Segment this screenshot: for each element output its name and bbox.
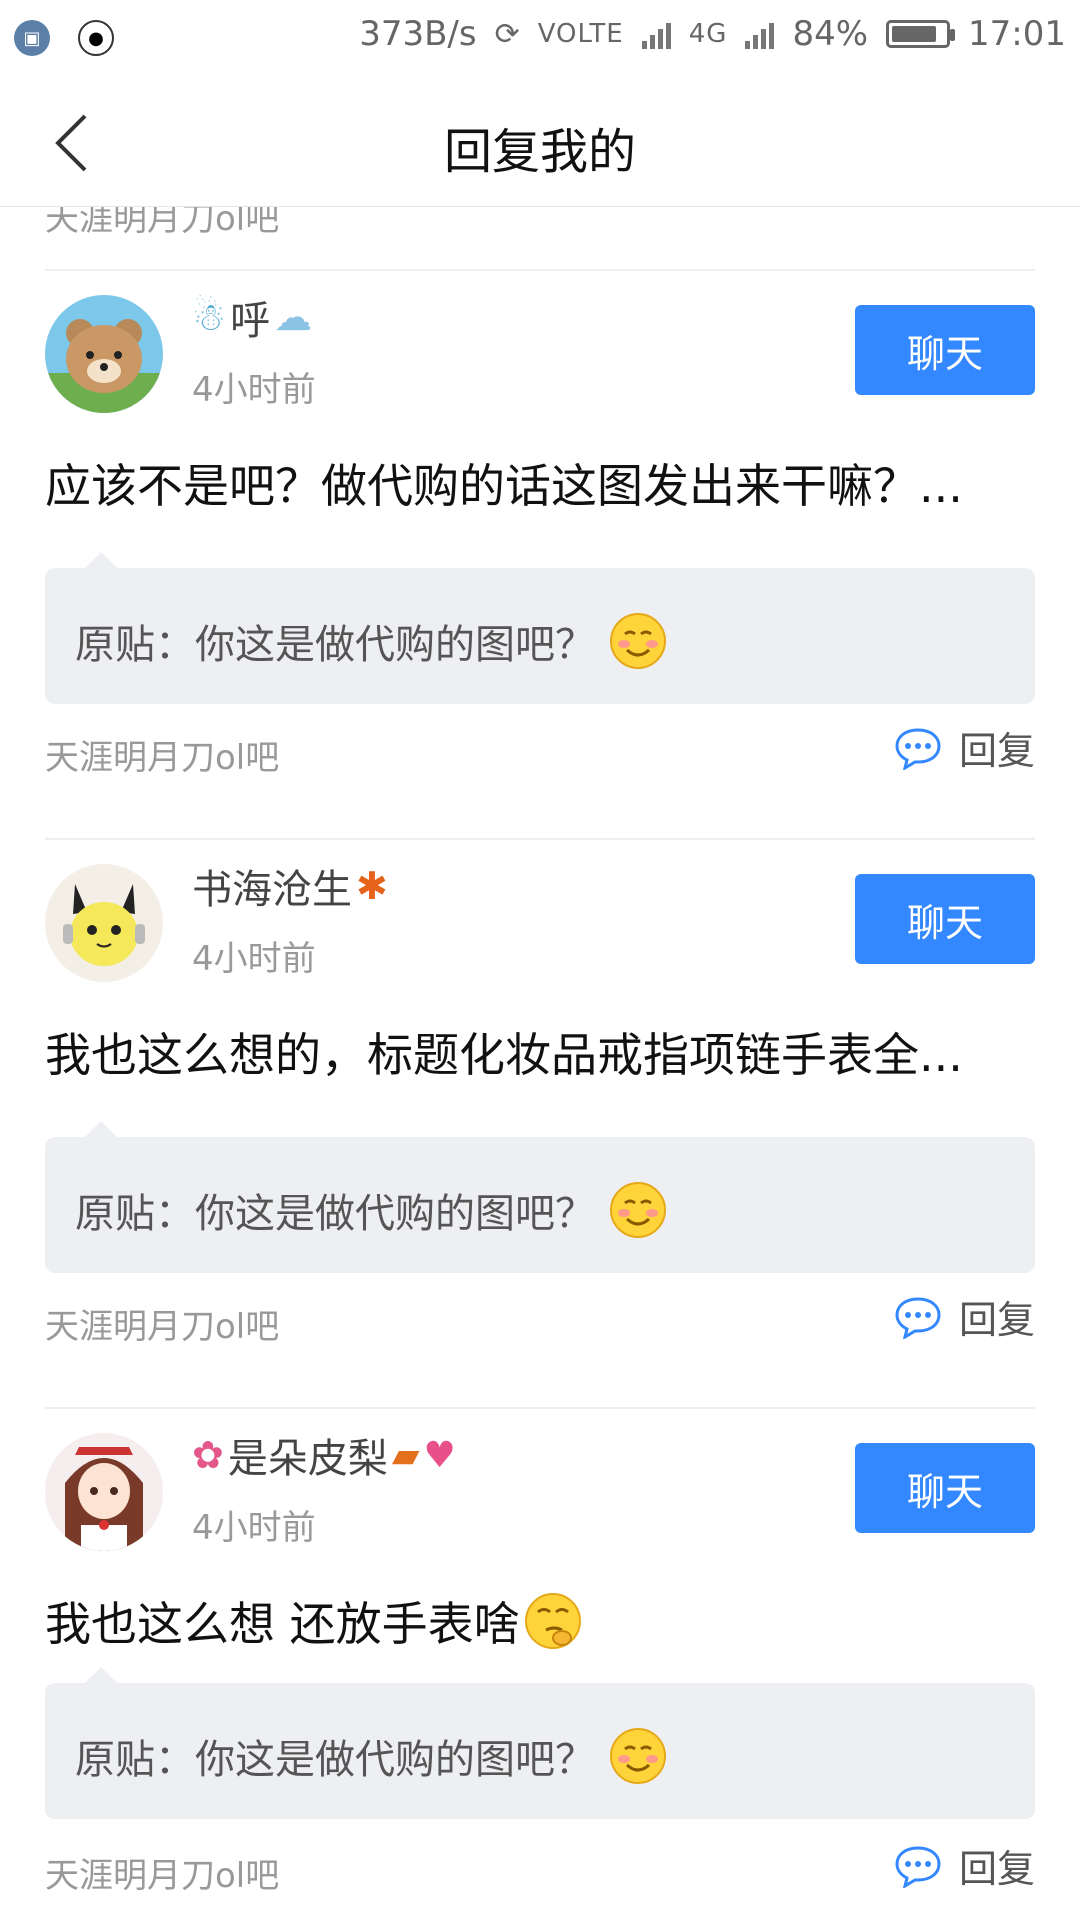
comment-icon	[895, 727, 941, 770]
smile-emoji-icon	[610, 613, 666, 669]
timestamp: 4小时前	[192, 939, 316, 979]
quote-body: 你这是做代购的图吧？	[195, 622, 595, 668]
reply-button[interactable]: 回复	[893, 720, 1035, 775]
signal-3g-icon	[641, 19, 671, 49]
original-post-quote[interactable]: 原贴：你这是做代购的图吧？	[45, 552, 1035, 704]
forum-link[interactable]: 天涯明月刀ol吧	[45, 207, 279, 240]
reply-button[interactable]: 回复	[893, 1838, 1035, 1893]
status-bar-notifications: ▣ ●	[14, 20, 114, 56]
quote-prefix: 原贴：	[75, 622, 195, 668]
thinking-emoji-icon	[524, 1593, 581, 1649]
reply-list[interactable]: 天涯明月刀ol吧 ☃ 呼 ☁ 4小时前 聊天 应该不是吧？做代购的话这图发出来干…	[0, 207, 1080, 1920]
username[interactable]: ☃ 呼 ☁	[192, 288, 312, 346]
quote-text: 原贴：你这是做代购的图吧？	[75, 1181, 667, 1239]
forum-link[interactable]: 天涯明月刀ol吧	[45, 730, 279, 779]
reply-content-text: 我也这么想 还放手表啥	[45, 1597, 520, 1651]
reply-content[interactable]: 应该不是吧？做代购的话这图发出来干嘛？...	[45, 450, 963, 516]
avatar[interactable]	[45, 295, 163, 413]
quote-body: 你这是做代购的图吧？	[195, 1737, 595, 1783]
original-post-quote[interactable]: 原贴：你这是做代购的图吧？	[45, 1121, 1035, 1273]
forum-link[interactable]: 天涯明月刀ol吧	[45, 1299, 279, 1348]
quote-prefix: 原贴：	[75, 1191, 195, 1237]
wind-icon: ☁	[274, 295, 313, 339]
original-post-quote[interactable]: 原贴：你这是做代购的图吧？	[45, 1667, 1035, 1819]
status-bar: ▣ ● 373B/s ⟳ VOLTE 4G 84% 17:01	[0, 0, 1080, 80]
maple-leaf-icon: ✱	[356, 864, 388, 908]
snowman-icon: ☃	[192, 295, 227, 339]
reply-label: 回复	[958, 1847, 1035, 1891]
avatar[interactable]	[45, 864, 163, 982]
rotate-icon: ⟳	[494, 16, 520, 52]
list-item: ✿ 是朵皮梨 ▰ ♥ 4小时前 聊天 我也这么想 还放手表啥 原贴：你这是做代购…	[0, 1408, 1080, 1920]
network-4g-label: 4G	[688, 19, 728, 49]
username-text: 是朵皮梨	[227, 1436, 388, 1482]
username[interactable]: ✿ 是朵皮梨 ▰ ♥	[192, 1426, 456, 1484]
smile-emoji-icon	[610, 1728, 666, 1784]
qq-notification-icon: ●	[78, 20, 114, 56]
reply-content[interactable]: 我也这么想 还放手表啥	[45, 1588, 582, 1654]
comment-icon	[895, 1845, 941, 1888]
quote-text: 原贴：你这是做代购的图吧？	[75, 1727, 667, 1785]
chat-button[interactable]: 聊天	[855, 305, 1035, 395]
app-header: 回复我的	[0, 80, 1080, 207]
quote-text: 原贴：你这是做代购的图吧？	[75, 612, 667, 670]
quote-prefix: 原贴：	[75, 1737, 195, 1783]
forum-link[interactable]: 天涯明月刀ol吧	[45, 1848, 279, 1897]
reply-label: 回复	[958, 1298, 1035, 1342]
list-item: ☃ 呼 ☁ 4小时前 聊天 应该不是吧？做代购的话这图发出来干嘛？... 原贴：…	[0, 270, 1080, 838]
reply-content[interactable]: 我也这么想的，标题化妆品戒指项链手表全...	[45, 1019, 963, 1085]
clock: 17:01	[968, 14, 1066, 54]
battery-icon	[886, 20, 956, 48]
username[interactable]: 书海沧生 ✱	[192, 857, 388, 915]
page-title: 回复我的	[443, 124, 636, 180]
username-text: 呼	[230, 298, 271, 344]
battery-fill	[892, 26, 936, 42]
volte-label: VOLTE	[537, 19, 624, 49]
reply-button[interactable]: 回复	[893, 1289, 1035, 1344]
timestamp: 4小时前	[192, 1508, 316, 1548]
battery-percent: 84%	[792, 14, 869, 54]
username-text: 书海沧生	[192, 867, 352, 913]
chat-button[interactable]: 聊天	[855, 1443, 1035, 1533]
quote-body: 你这是做代购的图吧？	[195, 1191, 595, 1237]
reply-label: 回复	[958, 729, 1035, 773]
smile-emoji-icon	[610, 1182, 666, 1238]
chat-button[interactable]: 聊天	[855, 874, 1035, 964]
hearts-icon: ♥	[423, 1434, 456, 1476]
status-bar-indicators: 373B/s ⟳ VOLTE 4G 84% 17:01	[359, 14, 1066, 54]
backpack-icon: ▰	[391, 1434, 420, 1476]
gallery-notification-icon: ▣	[14, 20, 50, 56]
timestamp: 4小时前	[192, 370, 316, 410]
list-item: 书海沧生 ✱ 4小时前 聊天 我也这么想的，标题化妆品戒指项链手表全... 原贴…	[0, 839, 1080, 1407]
cherry-blossom-icon: ✿	[192, 1433, 224, 1477]
signal-4g-icon	[745, 19, 775, 49]
network-speed: 373B/s	[359, 14, 477, 54]
avatar[interactable]	[45, 1433, 163, 1551]
comment-icon	[895, 1296, 941, 1339]
